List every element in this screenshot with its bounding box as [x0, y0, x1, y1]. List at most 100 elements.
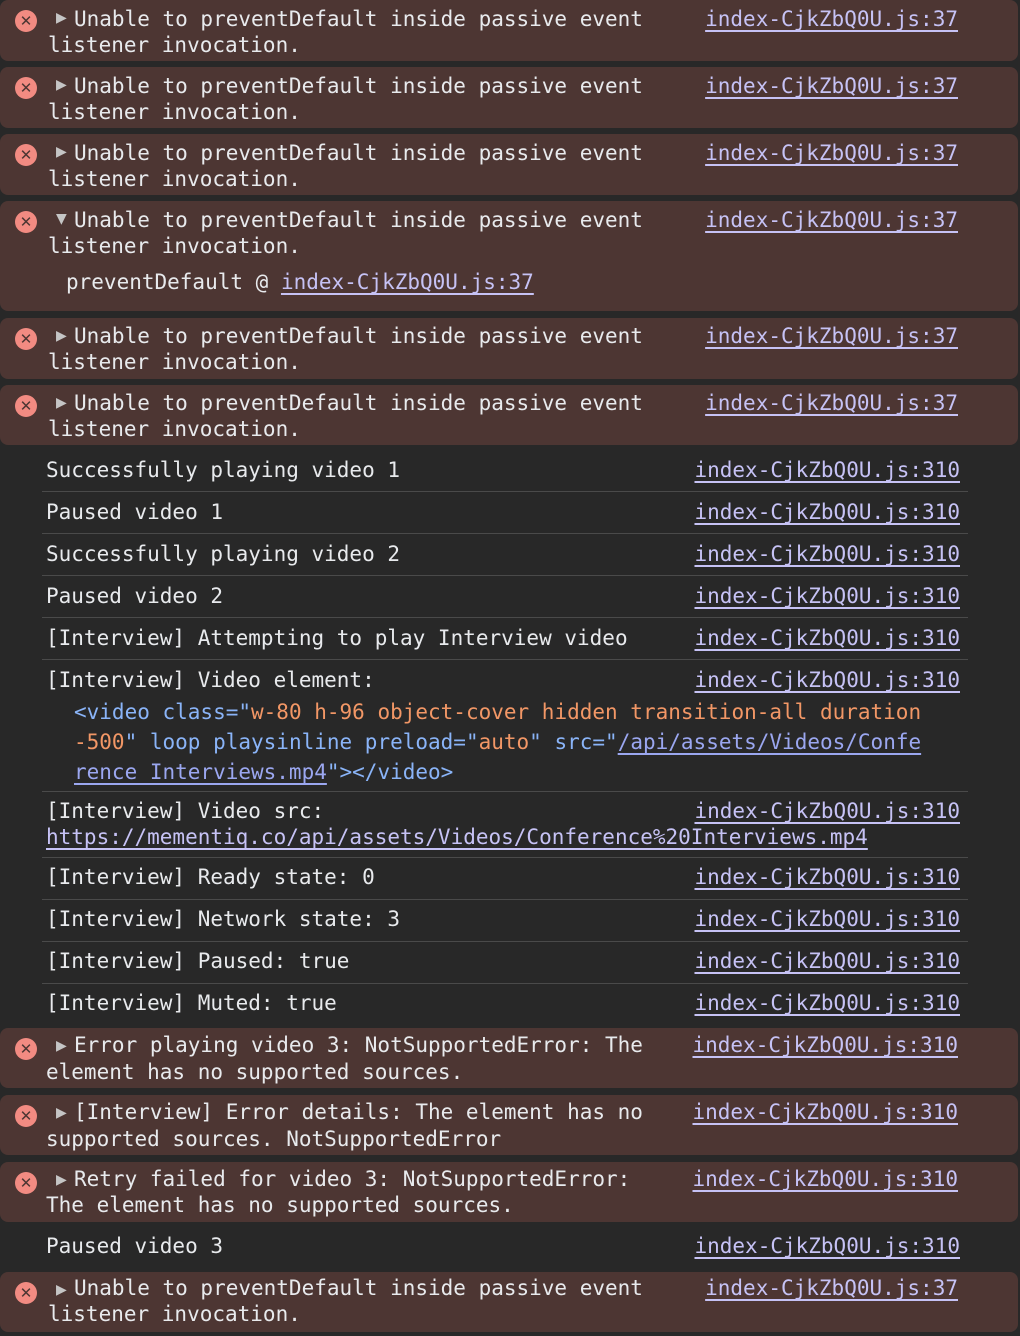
html-attr-value: auto	[478, 730, 530, 754]
error-message-cont: The element has no supported sources.	[46, 1193, 514, 1217]
expand-triangle-icon[interactable]: ▶	[56, 77, 67, 93]
stack-source-link[interactable]: index-CjkZbQ0U.js:37	[281, 270, 534, 294]
console-log-entry: Paused video 2 index-CjkZbQ0U.js:310	[42, 576, 968, 618]
source-link[interactable]: index-CjkZbQ0U.js:37	[705, 390, 958, 416]
console-log-entry: [Interview] Muted: true index-CjkZbQ0U.j…	[42, 984, 968, 1026]
error-message-cont: listener invocation.	[48, 350, 301, 374]
error-message-cont: listener invocation.	[48, 234, 301, 258]
expand-triangle-icon[interactable]: ▶	[56, 10, 67, 26]
console-log-entry: Paused video 1 index-CjkZbQ0U.js:310	[42, 492, 968, 534]
error-message: Unable to preventDefault inside passive …	[74, 7, 643, 31]
collapse-triangle-icon[interactable]: ▼	[56, 211, 67, 227]
source-link[interactable]: index-CjkZbQ0U.js:37	[705, 6, 958, 32]
log-message: [Interview] Ready state: 0	[46, 865, 375, 889]
source-link[interactable]: index-CjkZbQ0U.js:310	[692, 1166, 958, 1192]
source-link[interactable]: index-CjkZbQ0U.js:310	[694, 798, 960, 824]
log-message: [Interview] Attempting to play Interview…	[46, 626, 628, 650]
console-error-entry[interactable]: ✕ ▶ Unable to preventDefault inside pass…	[0, 0, 1018, 61]
source-link[interactable]: index-CjkZbQ0U.js:310	[694, 990, 960, 1016]
console-error-entry[interactable]: ✕ ▶ Unable to preventDefault inside pass…	[0, 1272, 1018, 1332]
source-link[interactable]: index-CjkZbQ0U.js:37	[705, 1275, 958, 1301]
html-tag-open: <video	[74, 700, 150, 724]
source-link[interactable]: index-CjkZbQ0U.js:37	[705, 323, 958, 349]
error-icon: ✕	[15, 77, 37, 99]
source-link[interactable]: index-CjkZbQ0U.js:310	[694, 948, 960, 974]
video-src-url-link[interactable]: https://mementiq.co/api/assets/Videos/Co…	[46, 824, 868, 850]
source-link[interactable]: index-CjkZbQ0U.js:310	[692, 1099, 958, 1125]
error-message-cont: listener invocation.	[48, 100, 301, 124]
error-message-cont: listener invocation.	[48, 1302, 301, 1326]
html-attr-src: " src="	[529, 730, 618, 754]
error-message: Unable to preventDefault inside passive …	[74, 74, 643, 98]
html-src-link[interactable]: rence Interviews.mp4	[74, 760, 327, 784]
error-icon: ✕	[15, 1038, 37, 1060]
error-message: Retry failed for video 3: NotSupportedEr…	[74, 1167, 631, 1191]
console-log-entry: Paused video 3 index-CjkZbQ0U.js:310	[42, 1228, 968, 1270]
error-message-cont: element has no supported sources.	[46, 1060, 464, 1084]
source-link[interactable]: index-CjkZbQ0U.js:310	[694, 1233, 960, 1259]
expand-triangle-icon[interactable]: ▶	[56, 395, 67, 411]
console-log-entry: [Interview] Attempting to play Interview…	[42, 618, 968, 660]
error-icon: ✕	[15, 144, 37, 166]
log-message: Paused video 1	[46, 500, 224, 524]
console-log-entry: Successfully playing video 2 index-CjkZb…	[42, 534, 968, 576]
expand-triangle-icon[interactable]: ▶	[56, 1105, 67, 1121]
expand-triangle-icon[interactable]: ▶	[56, 1172, 67, 1188]
log-message: Paused video 3	[46, 1234, 224, 1258]
source-link[interactable]: index-CjkZbQ0U.js:310	[692, 1032, 958, 1058]
error-message: Unable to preventDefault inside passive …	[74, 324, 643, 348]
expand-triangle-icon[interactable]: ▶	[56, 144, 67, 160]
error-message: Unable to preventDefault inside passive …	[74, 1276, 643, 1300]
error-message-cont: listener invocation.	[48, 167, 301, 191]
source-link[interactable]: index-CjkZbQ0U.js:37	[705, 207, 958, 233]
log-message: [Interview] Muted: true	[46, 991, 337, 1015]
console-error-entry[interactable]: ✕ ▶ Retry failed for video 3: NotSupport…	[0, 1162, 1018, 1222]
console-error-entry[interactable]: ✕ ▶ Unable to preventDefault inside pass…	[0, 385, 1018, 445]
console-error-entry[interactable]: ✕ ▶ Unable to preventDefault inside pass…	[0, 67, 1018, 128]
error-message: Unable to preventDefault inside passive …	[74, 391, 643, 415]
log-message: [Interview] Video src:	[46, 799, 325, 823]
source-link[interactable]: index-CjkZbQ0U.js:310	[694, 457, 960, 483]
source-link[interactable]: index-CjkZbQ0U.js:37	[705, 73, 958, 99]
html-element-line-1[interactable]: <video class="w-80 h-96 object-cover hid…	[74, 697, 921, 727]
source-link[interactable]: index-CjkZbQ0U.js:310	[694, 667, 960, 693]
source-link[interactable]: index-CjkZbQ0U.js:310	[694, 864, 960, 890]
expand-triangle-icon[interactable]: ▶	[56, 328, 67, 344]
console-error-entry[interactable]: ✕ ▶ Unable to preventDefault inside pass…	[0, 318, 1018, 379]
error-message-cont: listener invocation.	[48, 33, 301, 57]
source-link[interactable]: index-CjkZbQ0U.js:37	[705, 140, 958, 166]
error-message-cont: listener invocation.	[48, 417, 301, 441]
stack-function: preventDefault @	[66, 270, 281, 294]
html-src-link[interactable]: /api/assets/Videos/Confe	[618, 730, 921, 754]
console-log-entry: [Interview] Paused: true index-CjkZbQ0U.…	[42, 942, 968, 984]
error-icon: ✕	[15, 1282, 37, 1304]
log-message: Successfully playing video 2	[46, 542, 401, 566]
source-link[interactable]: index-CjkZbQ0U.js:310	[694, 625, 960, 651]
source-link[interactable]: index-CjkZbQ0U.js:310	[694, 906, 960, 932]
console-log-entry: [Interview] Ready state: 0 index-CjkZbQ0…	[42, 858, 968, 900]
expand-triangle-icon[interactable]: ▶	[56, 1282, 67, 1298]
console-error-entry[interactable]: ✕ ▶ Unable to preventDefault inside pass…	[0, 134, 1018, 195]
devtools-console: ✕ ▶ Unable to preventDefault inside pass…	[0, 0, 1020, 1336]
html-element-line-2[interactable]: -500" loop playsinline preload="auto" sr…	[74, 727, 921, 757]
console-log-entry: Successfully playing video 1 index-CjkZb…	[42, 450, 968, 492]
error-message: Unable to preventDefault inside passive …	[74, 141, 643, 165]
html-tag-close: "></video>	[326, 760, 454, 784]
console-error-entry[interactable]: ✕ ▶ [Interview] Error details: The eleme…	[0, 1095, 1018, 1155]
error-message-cont: supported sources. NotSupportedError	[46, 1127, 502, 1151]
console-error-entry[interactable]: ✕ ▶ Error playing video 3: NotSupportedE…	[0, 1028, 1018, 1088]
error-icon: ✕	[15, 1105, 37, 1127]
log-message: Paused video 2	[46, 584, 224, 608]
log-message: [Interview] Paused: true	[46, 949, 350, 973]
source-link[interactable]: index-CjkZbQ0U.js:310	[694, 499, 960, 525]
source-link[interactable]: index-CjkZbQ0U.js:310	[694, 541, 960, 567]
error-message: Unable to preventDefault inside passive …	[74, 208, 643, 232]
html-attr-value: -500	[74, 730, 125, 754]
error-message: Error playing video 3: NotSupportedError…	[74, 1033, 643, 1057]
html-attr: " loop playsinline preload="	[124, 730, 479, 754]
html-attr-class: class="	[149, 700, 252, 724]
source-link[interactable]: index-CjkZbQ0U.js:310	[694, 583, 960, 609]
expand-triangle-icon[interactable]: ▶	[56, 1038, 67, 1054]
html-element-line-3[interactable]: rence Interviews.mp4"></video>	[74, 757, 453, 787]
console-error-entry-expanded[interactable]: ✕ ▼ Unable to preventDefault inside pass…	[0, 201, 1018, 311]
